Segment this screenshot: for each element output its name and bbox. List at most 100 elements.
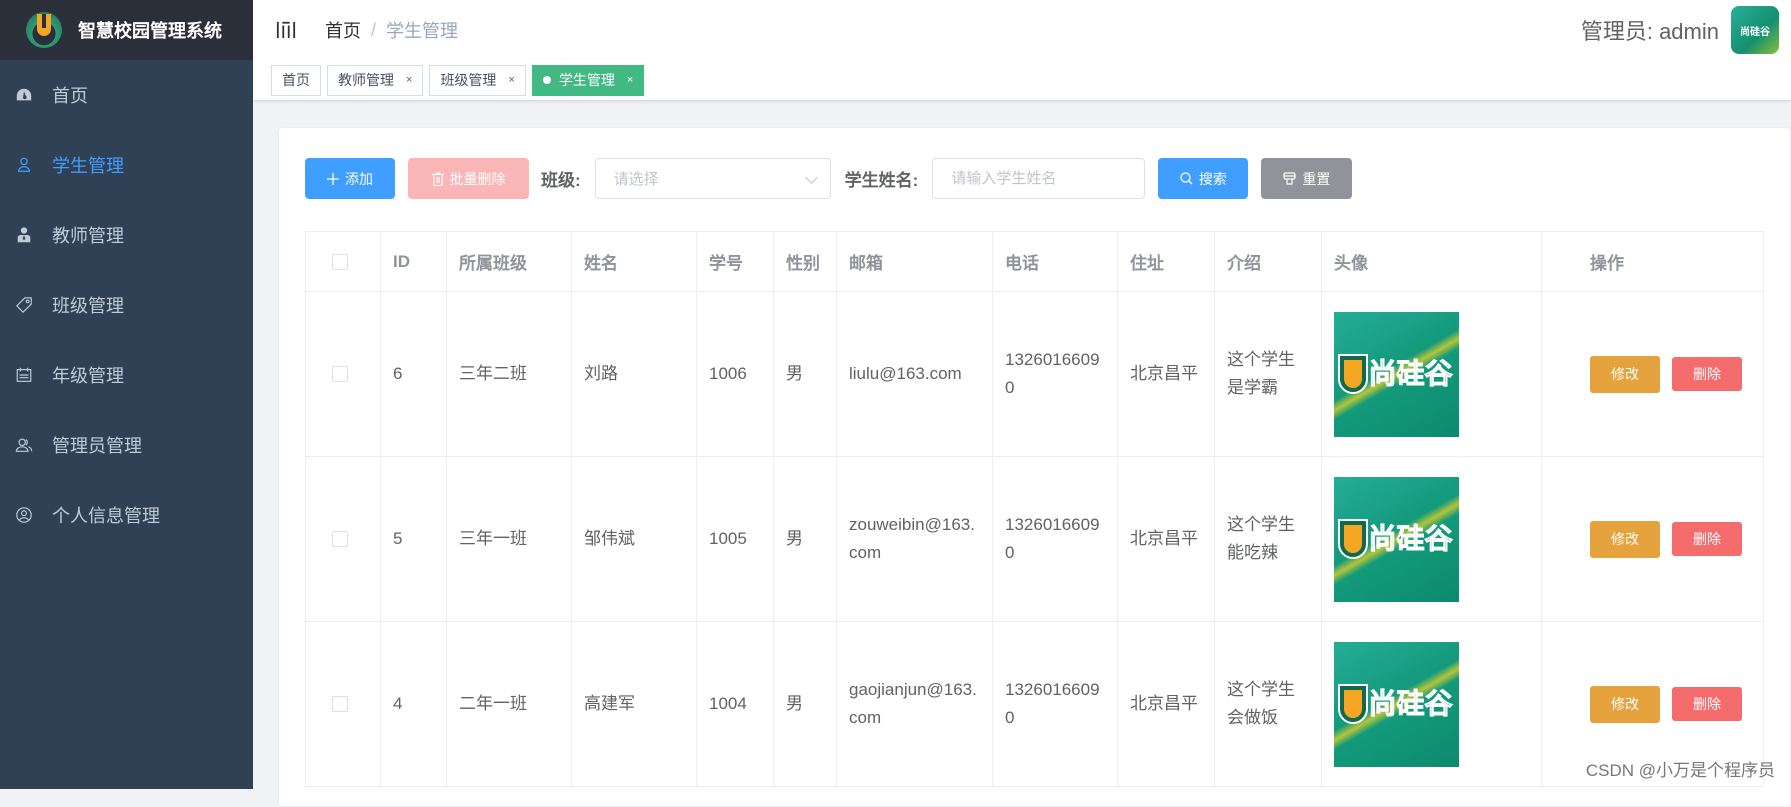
sidebar-item-label: 学生管理 (52, 152, 124, 178)
column-header[interactable]: 头像 (1322, 232, 1542, 292)
cell-email: zouweibin@163.com (837, 457, 993, 622)
sidebar-item-classes[interactable]: 班级管理 (0, 270, 253, 340)
user-icon (14, 155, 34, 175)
app-title: 智慧校园管理系统 (78, 17, 222, 43)
logo-bar: 智慧校园管理系统 (0, 0, 253, 60)
column-header[interactable]: 操作 (1542, 232, 1764, 292)
breadcrumb-separator: / (371, 20, 376, 41)
column-header[interactable]: 电话 (993, 232, 1118, 292)
cell-gender: 男 (774, 292, 837, 457)
tag-home[interactable]: 首页 (271, 65, 321, 96)
edit-button[interactable]: 修改 (1590, 356, 1660, 393)
sidebar-item-teachers[interactable]: 教师管理 (0, 200, 253, 270)
teacher-icon (14, 225, 34, 245)
row-checkbox[interactable] (332, 531, 348, 547)
close-icon[interactable]: × (627, 74, 633, 86)
users-icon (14, 435, 34, 455)
row-select-cell (306, 622, 381, 787)
row-checkbox[interactable] (332, 696, 348, 712)
cell-intro: 这个学生能吃辣 (1215, 457, 1322, 622)
photo-text: 尚硅谷 (1368, 525, 1452, 553)
close-icon[interactable]: × (406, 74, 412, 86)
toolbar: 添加 批量删除 班级: 请选择 学生姓名: 搜索 重置 (305, 158, 1352, 199)
cell-actions: 修改删除 (1542, 292, 1764, 457)
sidebar-item-label: 个人信息管理 (52, 502, 160, 528)
column-header[interactable]: ID (381, 232, 447, 292)
cell-student-no: 1004 (697, 622, 774, 787)
avatar-text: 尚硅谷 (1740, 23, 1770, 38)
hamburger-icon[interactable] (275, 19, 297, 41)
class-select-placeholder: 请选择 (614, 168, 659, 189)
sidebar-item-grades[interactable]: 年级管理 (0, 340, 253, 410)
sidebar-item-profile[interactable]: 个人信息管理 (0, 480, 253, 550)
cell-class: 二年一班 (447, 622, 572, 787)
delete-button[interactable]: 删除 (1672, 357, 1742, 391)
column-header[interactable]: 住址 (1118, 232, 1215, 292)
breadcrumb-home[interactable]: 首页 (325, 17, 361, 43)
cell-address: 北京昌平 (1118, 622, 1215, 787)
avatar[interactable]: 尚硅谷 (1731, 6, 1779, 54)
plus-icon (327, 173, 339, 185)
search-button[interactable]: 搜索 (1158, 158, 1248, 199)
column-header[interactable]: 性别 (774, 232, 837, 292)
table-header-row: ID 所属班级 姓名 学号 性别 邮箱 电话 住址 介绍 头像 操作 (306, 232, 1764, 292)
student-photo[interactable]: 尚硅谷 (1334, 312, 1459, 437)
student-photo[interactable]: 尚硅谷 (1334, 477, 1459, 602)
cell-student-no: 1005 (697, 457, 774, 622)
trash-icon (432, 172, 444, 186)
cell-intro: 这个学生是学霸 (1215, 292, 1322, 457)
reset-button[interactable]: 重置 (1261, 158, 1352, 199)
cell-id: 5 (381, 457, 447, 622)
tag-students[interactable]: 学生管理× (532, 65, 644, 96)
add-button[interactable]: 添加 (305, 158, 395, 199)
select-all-checkbox[interactable] (332, 254, 348, 270)
search-icon (1180, 172, 1193, 185)
edit-button[interactable]: 修改 (1590, 521, 1660, 558)
user-name: 管理员: admin (1581, 14, 1719, 46)
column-header[interactable]: 学号 (697, 232, 774, 292)
cell-gender: 男 (774, 622, 837, 787)
column-header[interactable]: 邮箱 (837, 232, 993, 292)
class-select[interactable]: 请选择 (595, 158, 831, 199)
photo-text: 尚硅谷 (1368, 360, 1452, 388)
breadcrumb-current: 学生管理 (386, 17, 458, 43)
photo-logo-icon: 尚硅谷 (1340, 521, 1452, 557)
cell-phone: 13260166090 (993, 622, 1118, 787)
sidebar-item-label: 年级管理 (52, 362, 124, 388)
logo-icon (26, 12, 62, 48)
active-dot-icon (543, 76, 551, 84)
sidebar-item-label: 教师管理 (52, 222, 124, 248)
chevron-down-icon (805, 171, 818, 184)
tag-teachers[interactable]: 教师管理× (327, 65, 423, 96)
sidebar-item-students[interactable]: 学生管理 (0, 130, 253, 200)
sidebar-menu: 首页 学生管理 教师管理 班级管理 年级管理 管理员管理 个人信息管理 (0, 60, 253, 550)
sidebar-item-home[interactable]: 首页 (0, 60, 253, 130)
cell-phone: 13260166090 (993, 457, 1118, 622)
user-area: 管理员: admin 尚硅谷 (1581, 0, 1779, 60)
tag-classes[interactable]: 班级管理× (429, 65, 525, 96)
batch-delete-button[interactable]: 批量删除 (408, 158, 529, 199)
watermark: CSDN @小万是个程序员 (1586, 756, 1775, 781)
cell-id: 6 (381, 292, 447, 457)
close-icon[interactable]: × (508, 74, 514, 86)
sidebar-item-admins[interactable]: 管理员管理 (0, 410, 253, 480)
cell-name: 高建军 (572, 622, 697, 787)
cell-id: 4 (381, 622, 447, 787)
sidebar: 智慧校园管理系统 首页 学生管理 教师管理 班级管理 年级管理 管理员管理 (0, 0, 253, 789)
reset-button-label: 重置 (1302, 169, 1330, 189)
delete-button[interactable]: 删除 (1672, 687, 1742, 721)
student-name-input[interactable] (932, 158, 1145, 199)
sidebar-item-label: 首页 (52, 82, 88, 108)
column-header[interactable]: 介绍 (1215, 232, 1322, 292)
student-table: ID 所属班级 姓名 学号 性别 邮箱 电话 住址 介绍 头像 操作 6 三年二… (305, 231, 1764, 787)
column-header[interactable]: 所属班级 (447, 232, 572, 292)
batch-delete-label: 批量删除 (450, 169, 506, 189)
edit-button[interactable]: 修改 (1590, 686, 1660, 723)
column-header[interactable]: 姓名 (572, 232, 697, 292)
row-checkbox[interactable] (332, 366, 348, 382)
delete-button[interactable]: 删除 (1672, 522, 1742, 556)
student-photo[interactable]: 尚硅谷 (1334, 642, 1459, 767)
photo-logo-icon: 尚硅谷 (1340, 356, 1452, 392)
table-row: 5 三年一班 邹伟斌 1005 男 zouweibin@163.com 1326… (306, 457, 1764, 622)
cell-name: 刘路 (572, 292, 697, 457)
